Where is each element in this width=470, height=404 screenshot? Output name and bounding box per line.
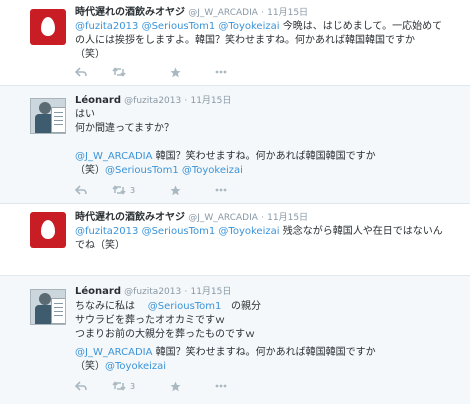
reply-button[interactable] bbox=[75, 66, 87, 78]
tweet-header: Léonard @fuzita2013 · 11月15日 bbox=[75, 285, 231, 299]
reply-icon bbox=[75, 185, 87, 195]
star-icon bbox=[170, 381, 181, 391]
separator-dot: · bbox=[184, 287, 188, 297]
author-handle[interactable]: @J_W_ARCADIA bbox=[188, 213, 258, 223]
text-line: はい bbox=[75, 109, 95, 120]
avatar[interactable] bbox=[30, 212, 66, 248]
avatar[interactable] bbox=[30, 289, 66, 325]
reply-button[interactable] bbox=[75, 184, 87, 196]
text-line: つまりお前の大親分を葬ったものですｗ bbox=[75, 329, 255, 340]
text-line: でね（笑） bbox=[75, 240, 125, 251]
more-icon bbox=[215, 384, 227, 388]
star-icon bbox=[170, 67, 181, 77]
tweet-text: @fuzita2013 @SeriousTom1 @Toyokeizai 今晩は… bbox=[75, 20, 442, 62]
newspaper-icon bbox=[51, 107, 65, 133]
mention-link[interactable]: @J_W_ARCADIA bbox=[75, 347, 152, 358]
text-line: サウラビを葬ったオオカミですｗ bbox=[75, 315, 225, 326]
tweet-date[interactable]: 11月15日 bbox=[267, 213, 308, 223]
retweet-count: 3 bbox=[130, 185, 136, 195]
text-line: 何か間違ってますか？ bbox=[75, 123, 174, 134]
text-line: （笑） bbox=[75, 361, 105, 372]
reply-button[interactable] bbox=[75, 380, 87, 392]
tweet-text: はい 何か間違ってますか？ bbox=[75, 108, 174, 136]
tweet-header: 時代遅れの酒飲みオヤジ @J_W_ARCADIA · 11月15日 bbox=[75, 6, 308, 20]
author-handle[interactable]: @fuzita2013 bbox=[124, 96, 181, 106]
separator-dot: · bbox=[261, 8, 264, 18]
tweet-text: @J_W_ARCADIA 韓国？笑わせますね。何かあれば韓国韓国ですか （笑）@… bbox=[75, 346, 376, 374]
retweet-count: 3 bbox=[130, 381, 136, 391]
tweet[interactable]: Léonard @fuzita2013 · 11月15日 はい 何か間違ってます… bbox=[0, 86, 470, 204]
tweet-text: ちなみに私は @SeriousTom1 の親分 サウラビを葬ったオオカミですｗ … bbox=[75, 300, 261, 342]
text-line: 韓国？笑わせますね。何かあれば韓国韓国ですか bbox=[152, 347, 376, 358]
tweet-header: 時代遅れの酒飲みオヤジ @J_W_ARCADIA · 11月15日 bbox=[75, 211, 308, 225]
tweet-date[interactable]: 11月15日 bbox=[190, 96, 231, 106]
author-name[interactable]: 時代遅れの酒飲みオヤジ bbox=[75, 7, 185, 18]
mention-link[interactable]: @fuzita2013 @SeriousTom1 @Toyokeizai bbox=[75, 226, 280, 237]
more-button[interactable] bbox=[215, 66, 227, 78]
mention-link[interactable]: @Toyokeizai bbox=[105, 361, 166, 372]
separator-dot: · bbox=[261, 213, 264, 223]
star-icon bbox=[170, 185, 181, 195]
text-line: （笑） bbox=[75, 49, 105, 60]
tweet-timeline: 時代遅れの酒飲みオヤジ @J_W_ARCADIA · 11月15日 @fuzit… bbox=[0, 0, 470, 404]
more-icon bbox=[215, 70, 227, 74]
text-line: 残念ながら韓国人や在日ではないん bbox=[279, 226, 443, 237]
more-button[interactable] bbox=[215, 184, 227, 196]
author-name[interactable]: Léonard bbox=[75, 95, 121, 106]
avatar[interactable] bbox=[30, 98, 66, 134]
more-icon bbox=[215, 188, 227, 192]
author-name[interactable]: 時代遅れの酒飲みオヤジ bbox=[75, 212, 185, 223]
retweet-button[interactable]: 3 bbox=[112, 184, 135, 196]
mention-link[interactable]: @SeriousTom1 bbox=[148, 301, 222, 312]
author-name[interactable]: Léonard bbox=[75, 286, 121, 297]
text-line: の親分 bbox=[230, 301, 261, 312]
text-line: ちなみに私は bbox=[75, 301, 135, 312]
author-handle[interactable]: @J_W_ARCADIA bbox=[188, 8, 258, 18]
tweet[interactable]: 時代遅れの酒飲みオヤジ @J_W_ARCADIA · 11月15日 @fuzit… bbox=[0, 0, 470, 86]
retweet-button[interactable]: 3 bbox=[112, 380, 135, 392]
avatar[interactable] bbox=[30, 9, 66, 45]
tweet-date[interactable]: 11月15日 bbox=[267, 8, 308, 18]
tweet-text: @fuzita2013 @SeriousTom1 @Toyokeizai 残念な… bbox=[75, 225, 443, 253]
favorite-button[interactable] bbox=[170, 66, 181, 78]
separator-dot: · bbox=[184, 96, 188, 106]
retweet-icon bbox=[112, 67, 126, 77]
tweet-text: @J_W_ARCADIA 韓国？笑わせますね。何かあれば韓国韓国ですか （笑）@… bbox=[75, 150, 376, 178]
more-button[interactable] bbox=[215, 380, 227, 392]
favorite-button[interactable] bbox=[170, 184, 181, 196]
text-line: 韓国？笑わせますね。何かあれば韓国韓国ですか bbox=[152, 151, 376, 162]
tweet[interactable]: 時代遅れの酒飲みオヤジ @J_W_ARCADIA · 11月15日 @fuzit… bbox=[0, 204, 470, 276]
favorite-button[interactable] bbox=[170, 380, 181, 392]
tweet[interactable]: Léonard @fuzita2013 · 11月15日 ちなみに私は @Ser… bbox=[0, 276, 470, 404]
retweet-button[interactable] bbox=[112, 66, 126, 78]
retweet-icon bbox=[112, 381, 126, 391]
text-line: （笑） bbox=[75, 165, 105, 176]
newspaper-icon bbox=[51, 298, 65, 324]
tweet-date[interactable]: 11月15日 bbox=[190, 287, 231, 297]
text-line: の人には挨拶をしますよ。韓国？笑わせますね。何かあれば韓国韓国ですか bbox=[75, 35, 415, 46]
mention-link[interactable]: @SeriousTom1 @Toyokeizai bbox=[105, 165, 243, 176]
egg-icon bbox=[41, 17, 55, 36]
tweet-header: Léonard @fuzita2013 · 11月15日 bbox=[75, 94, 231, 108]
author-handle[interactable]: @fuzita2013 bbox=[124, 287, 181, 297]
reply-icon bbox=[75, 67, 87, 77]
egg-icon bbox=[41, 220, 55, 239]
mention-link[interactable]: @fuzita2013 @SeriousTom1 @Toyokeizai bbox=[75, 21, 280, 32]
reply-icon bbox=[75, 381, 87, 391]
retweet-icon bbox=[112, 185, 126, 195]
mention-link[interactable]: @J_W_ARCADIA bbox=[75, 151, 152, 162]
text-line: 今晩は、はじめまして。一応始めて bbox=[279, 21, 443, 32]
